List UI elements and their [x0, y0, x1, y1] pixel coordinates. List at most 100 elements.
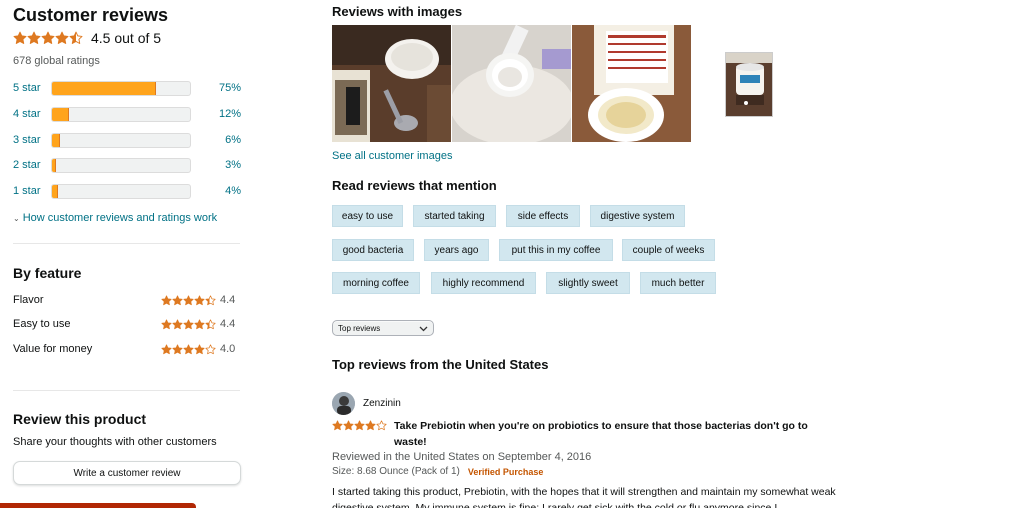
review-product-subtitle: Share your thoughts with other customers	[13, 436, 217, 448]
feature-name: Flavor	[13, 294, 44, 306]
feature-name: Value for money	[13, 343, 93, 355]
histogram-fill	[52, 158, 57, 172]
star-half-icon	[69, 31, 83, 44]
average-rating-row: 4.5 out of 5	[13, 30, 161, 46]
customer-image-4[interactable]	[725, 52, 773, 117]
histogram-bar[interactable]	[51, 157, 191, 173]
histogram-row-4[interactable]: 4 star 12%	[13, 106, 241, 122]
mention-chip[interactable]: much better	[640, 272, 716, 294]
customer-image-3[interactable]	[572, 25, 691, 142]
by-feature-title: By feature	[13, 265, 82, 281]
review-headline-row: Take Prebiotin when you're on probiotics…	[332, 418, 842, 450]
mention-chip[interactable]: started taking	[413, 205, 496, 227]
how-reviews-work-link[interactable]: ⌄ How customer reviews and ratings work	[13, 212, 217, 224]
star-full-icon	[332, 420, 343, 431]
sort-selected-value: Top reviews	[338, 323, 381, 333]
mention-chip[interactable]: years ago	[424, 239, 489, 261]
customer-image-1[interactable]	[332, 25, 451, 142]
histogram-label[interactable]: 2 star	[13, 159, 51, 171]
mention-chip[interactable]: easy to use	[332, 205, 403, 227]
review-date: Reviewed in the United States on Septemb…	[332, 451, 592, 463]
review-star-rating	[332, 420, 387, 431]
histogram-percent[interactable]: 75%	[191, 82, 241, 94]
star-empty-icon	[376, 420, 387, 431]
feature-row-flavor: Flavor 4.4	[13, 294, 243, 306]
histogram-label[interactable]: 5 star	[13, 82, 51, 94]
mention-chip[interactable]: highly recommend	[431, 272, 536, 294]
histogram-fill	[52, 81, 156, 95]
write-review-button[interactable]: Write a customer review	[13, 461, 241, 485]
mention-chip[interactable]: digestive system	[590, 205, 685, 227]
review-headline[interactable]: Take Prebiotin when you're on probiotics…	[394, 418, 842, 450]
star-full-icon	[161, 343, 172, 354]
feature-score: 4.0	[220, 343, 236, 355]
mention-chip[interactable]: slightly sweet	[546, 272, 630, 294]
star-full-icon	[183, 318, 194, 329]
histogram-percent[interactable]: 6%	[191, 134, 241, 146]
sort-dropdown[interactable]: Top reviews	[332, 320, 434, 336]
histogram-percent[interactable]: 12%	[191, 108, 241, 120]
histogram-bar[interactable]	[51, 106, 191, 122]
star-full-icon	[194, 294, 205, 305]
bottom-red-tab	[0, 503, 196, 508]
avatar[interactable]	[332, 392, 355, 415]
histogram-fill	[52, 184, 58, 198]
star-full-icon	[354, 420, 365, 431]
chevron-down-icon: ⌄	[13, 214, 20, 223]
histogram-label[interactable]: 4 star	[13, 108, 51, 120]
star-full-icon	[55, 31, 69, 44]
customer-image-1-picture	[332, 25, 451, 142]
star-full-icon	[41, 31, 55, 44]
histogram-bar[interactable]	[51, 80, 191, 96]
histogram-row-1[interactable]: 1 star 4%	[13, 183, 241, 199]
review-product-title: Review this product	[13, 411, 147, 427]
histogram-fill	[52, 107, 69, 121]
histogram-row-2[interactable]: 2 star 3%	[13, 157, 241, 173]
top-reviews-title: Top reviews from the United States	[332, 357, 549, 372]
star-full-icon	[161, 318, 172, 329]
feature-score: 4.4	[220, 318, 236, 330]
star-full-icon	[194, 318, 205, 329]
reviewer-profile[interactable]: Zenzinin	[332, 392, 401, 415]
histogram-label[interactable]: 3 star	[13, 134, 51, 146]
feature-star-rating	[161, 294, 216, 306]
review-meta-row: Size: 8.68 Ounce (Pack of 1) Verified Pu…	[332, 466, 543, 478]
star-full-icon	[172, 343, 183, 354]
star-full-icon	[343, 420, 354, 431]
star-full-icon	[194, 343, 205, 354]
reviewer-name[interactable]: Zenzinin	[363, 398, 401, 409]
star-full-icon	[13, 31, 27, 44]
feature-row-value-for-money: Value for money 4.0	[13, 343, 243, 355]
histogram-label[interactable]: 1 star	[13, 185, 51, 197]
star-full-icon	[172, 294, 183, 305]
customer-reviews-title: Customer reviews	[13, 5, 169, 25]
how-reviews-work-label[interactable]: How customer reviews and ratings work	[23, 212, 217, 224]
histogram-fill	[52, 133, 61, 147]
mention-chip[interactable]: couple of weeks	[622, 239, 715, 261]
divider	[13, 243, 240, 244]
histogram-row-5[interactable]: 5 star 75%	[13, 80, 241, 96]
feature-name: Easy to use	[13, 318, 71, 330]
feature-star-rating	[161, 343, 216, 355]
customer-image-3-picture	[572, 25, 691, 142]
see-all-images-link[interactable]: See all customer images	[332, 150, 452, 162]
verified-purchase-badge: Verified Purchase	[467, 467, 544, 477]
avatar-picture	[332, 392, 355, 415]
histogram-percent[interactable]: 3%	[191, 159, 241, 171]
histogram-bar[interactable]	[51, 183, 191, 199]
histogram-bar[interactable]	[51, 132, 191, 148]
star-full-icon	[183, 294, 194, 305]
chevron-down-icon	[419, 326, 428, 332]
histogram-row-3[interactable]: 3 star 6%	[13, 132, 241, 148]
customer-image-2[interactable]	[452, 25, 571, 142]
mention-chip[interactable]: side effects	[506, 205, 580, 227]
review-size[interactable]: Size: 8.68 Ounce (Pack of 1)	[332, 466, 460, 478]
mention-chip[interactable]: good bacteria	[332, 239, 414, 261]
mention-chip[interactable]: put this in my coffee	[499, 239, 613, 261]
histogram-percent[interactable]: 4%	[191, 185, 241, 197]
customer-image-4-picture	[726, 53, 772, 116]
feature-row-easy-to-use: Easy to use 4.4	[13, 318, 243, 330]
mention-chip[interactable]: morning coffee	[332, 272, 420, 294]
star-full-icon	[183, 343, 194, 354]
star-half-icon	[205, 318, 216, 329]
